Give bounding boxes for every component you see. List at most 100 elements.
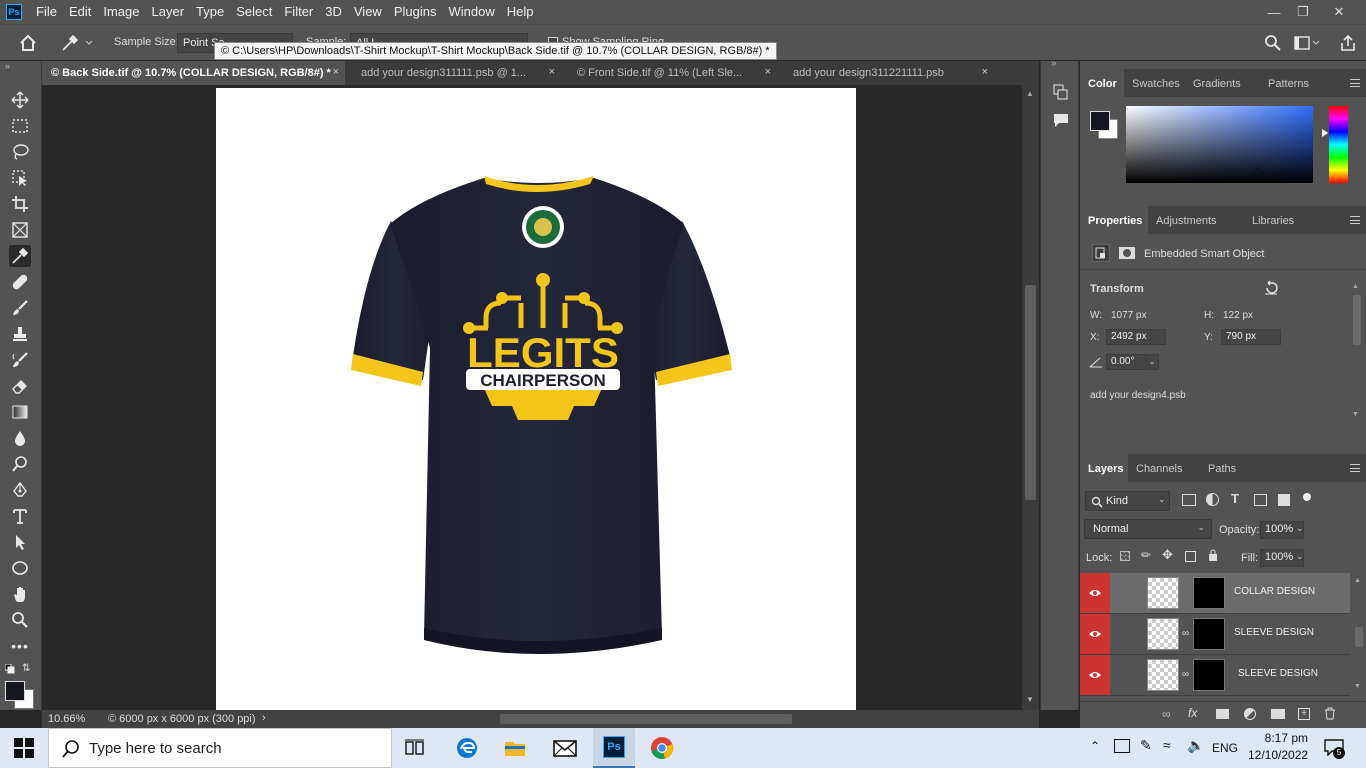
width-value[interactable]: 1077 px: [1111, 310, 1147, 321]
reset-transform-button[interactable]: [1263, 280, 1279, 296]
fill-dropdown-icon[interactable]: ⌄: [1296, 551, 1304, 562]
minimize-button[interactable]: —: [1259, 0, 1289, 24]
tab-design311221111[interactable]: add your design311221111.psb ×: [784, 61, 994, 85]
hue-slider[interactable]: [1329, 106, 1348, 183]
edge-button[interactable]: [455, 736, 479, 760]
gradient-tool[interactable]: [9, 401, 31, 423]
properties-scrollbar[interactable]: ▲ ▼: [1352, 275, 1362, 425]
x-position-input[interactable]: 2492 px: [1106, 329, 1166, 345]
new-group-icon[interactable]: [1271, 709, 1285, 719]
close-window-button[interactable]: ✕: [1324, 0, 1354, 24]
layer-row[interactable]: COLLAR DESIGN: [1080, 573, 1350, 614]
home-button[interactable]: [18, 33, 38, 53]
show-hidden-icons[interactable]: ⌃: [1090, 739, 1100, 753]
marquee-tool[interactable]: [9, 115, 31, 137]
layer-row[interactable]: ∞ SLEEVE DESIGN: [1080, 655, 1350, 696]
tab-gradients[interactable]: Gradients: [1185, 69, 1249, 97]
expand-strip-icon[interactable]: »: [1051, 58, 1057, 69]
notifications-button[interactable]: 5: [1324, 738, 1345, 759]
menu-edit[interactable]: Edit: [63, 0, 97, 24]
properties-panel-menu-icon[interactable]: [1350, 216, 1360, 224]
zoom-level[interactable]: 10.66%: [48, 713, 85, 725]
filter-pixel-icon[interactable]: [1182, 494, 1196, 506]
close-tab-icon[interactable]: ×: [765, 66, 771, 78]
security-tray-icon[interactable]: [1114, 739, 1130, 753]
canvas-area[interactable]: LEGITS CHAIRPERSON: [42, 85, 1022, 710]
tab-channels[interactable]: Channels: [1128, 454, 1190, 482]
taskbar-search[interactable]: Type here to search: [48, 728, 392, 768]
layers-scrollbar[interactable]: ▲ ▼: [1352, 573, 1364, 697]
layer-row[interactable]: ∞ SLEEVE DESIGN: [1080, 614, 1350, 655]
tab-adjustments[interactable]: Adjustments: [1148, 206, 1225, 234]
eraser-tool[interactable]: [9, 375, 31, 397]
angle-dropdown-icon[interactable]: ⌄: [1145, 354, 1159, 370]
link-layers-icon[interactable]: ∞: [1162, 707, 1171, 721]
photoshop-taskbar-button[interactable]: Ps: [593, 728, 635, 768]
lock-all-icon[interactable]: [1208, 549, 1218, 561]
pen-tray-icon[interactable]: ✎: [1140, 737, 1152, 754]
menu-layer[interactable]: Layer: [146, 0, 191, 24]
filter-toggle-icon[interactable]: [1303, 493, 1311, 501]
dodge-tool[interactable]: [9, 453, 31, 475]
foreground-color-swatch[interactable]: [5, 681, 25, 701]
new-layer-icon[interactable]: +: [1298, 708, 1310, 720]
scroll-thumb[interactable]: [1025, 285, 1036, 500]
brush-tool[interactable]: [9, 297, 31, 319]
filter-adjustment-icon[interactable]: [1206, 493, 1219, 506]
tab-back-side[interactable]: © Back Side.tif @ 10.7% (COLLAR DESIGN, …: [42, 61, 345, 85]
link-icon[interactable]: ∞: [1182, 628, 1189, 639]
ellipse-tool[interactable]: [9, 557, 31, 579]
network-icon[interactable]: ≈: [1163, 737, 1171, 753]
close-tab-icon[interactable]: ×: [549, 66, 555, 78]
filter-type-icon[interactable]: T: [1231, 491, 1239, 506]
language-indicator[interactable]: ENG: [1212, 741, 1238, 755]
eyedropper-tool[interactable]: [9, 245, 31, 267]
menu-file[interactable]: File: [30, 0, 63, 24]
close-tab-icon[interactable]: ×: [333, 66, 339, 78]
swap-colors-icon[interactable]: ⇅: [22, 663, 30, 674]
menu-image[interactable]: Image: [97, 0, 145, 24]
lock-paint-icon[interactable]: ✏: [1141, 548, 1151, 562]
color-picker-cursor[interactable]: [1253, 168, 1263, 178]
filter-smart-object-icon[interactable]: [1278, 494, 1290, 506]
history-panel-button[interactable]: [1052, 83, 1070, 101]
add-mask-icon[interactable]: [1216, 709, 1229, 719]
filter-kind-select[interactable]: Kind ⌄: [1085, 491, 1170, 511]
volume-icon[interactable]: 🔈: [1187, 737, 1204, 754]
search-button[interactable]: [1264, 34, 1282, 52]
color-panel-menu-icon[interactable]: [1350, 79, 1360, 87]
tab-swatches[interactable]: Swatches: [1124, 69, 1188, 97]
comments-panel-button[interactable]: [1052, 111, 1070, 129]
lock-artboard-icon[interactable]: [1185, 551, 1196, 562]
color-picker-field[interactable]: [1126, 106, 1313, 183]
layers-panel-menu-icon[interactable]: [1350, 464, 1360, 472]
task-view-button[interactable]: [404, 738, 426, 758]
file-explorer-button[interactable]: [503, 736, 527, 760]
layer-name[interactable]: SLEEVE DESIGN: [1234, 627, 1314, 638]
y-position-input[interactable]: 790 px: [1221, 329, 1281, 345]
move-tool[interactable]: [9, 89, 31, 111]
horizontal-scroll-thumb[interactable]: [500, 714, 792, 724]
layer-mask-thumbnail[interactable]: [1193, 618, 1225, 650]
menu-select[interactable]: Select: [230, 0, 278, 24]
new-adjustment-icon[interactable]: [1244, 708, 1256, 720]
panel-foreground-swatch[interactable]: [1090, 111, 1110, 131]
document-canvas[interactable]: LEGITS CHAIRPERSON: [216, 88, 856, 710]
crop-tool[interactable]: [9, 193, 31, 215]
tab-libraries[interactable]: Libraries: [1244, 206, 1302, 234]
workspace-switcher[interactable]: [1294, 34, 1320, 52]
blend-mode-select[interactable]: Normal ⌄: [1084, 519, 1212, 539]
history-brush-tool[interactable]: [9, 349, 31, 371]
tab-properties[interactable]: Properties: [1080, 206, 1148, 234]
scroll-up-icon[interactable]: ▲: [1026, 89, 1034, 98]
delete-layer-icon[interactable]: [1324, 707, 1336, 720]
share-button[interactable]: [1338, 33, 1358, 53]
menu-plugins[interactable]: Plugins: [388, 0, 443, 24]
layer-name[interactable]: SLEEVE DESIGN: [1238, 668, 1318, 679]
lasso-tool[interactable]: [9, 141, 31, 163]
default-colors-icon[interactable]: [4, 663, 15, 674]
pen-tool[interactable]: [9, 479, 31, 501]
menu-help[interactable]: Help: [501, 0, 540, 24]
zoom-tool[interactable]: [9, 609, 31, 631]
scroll-down-icon[interactable]: ▼: [1026, 695, 1034, 704]
